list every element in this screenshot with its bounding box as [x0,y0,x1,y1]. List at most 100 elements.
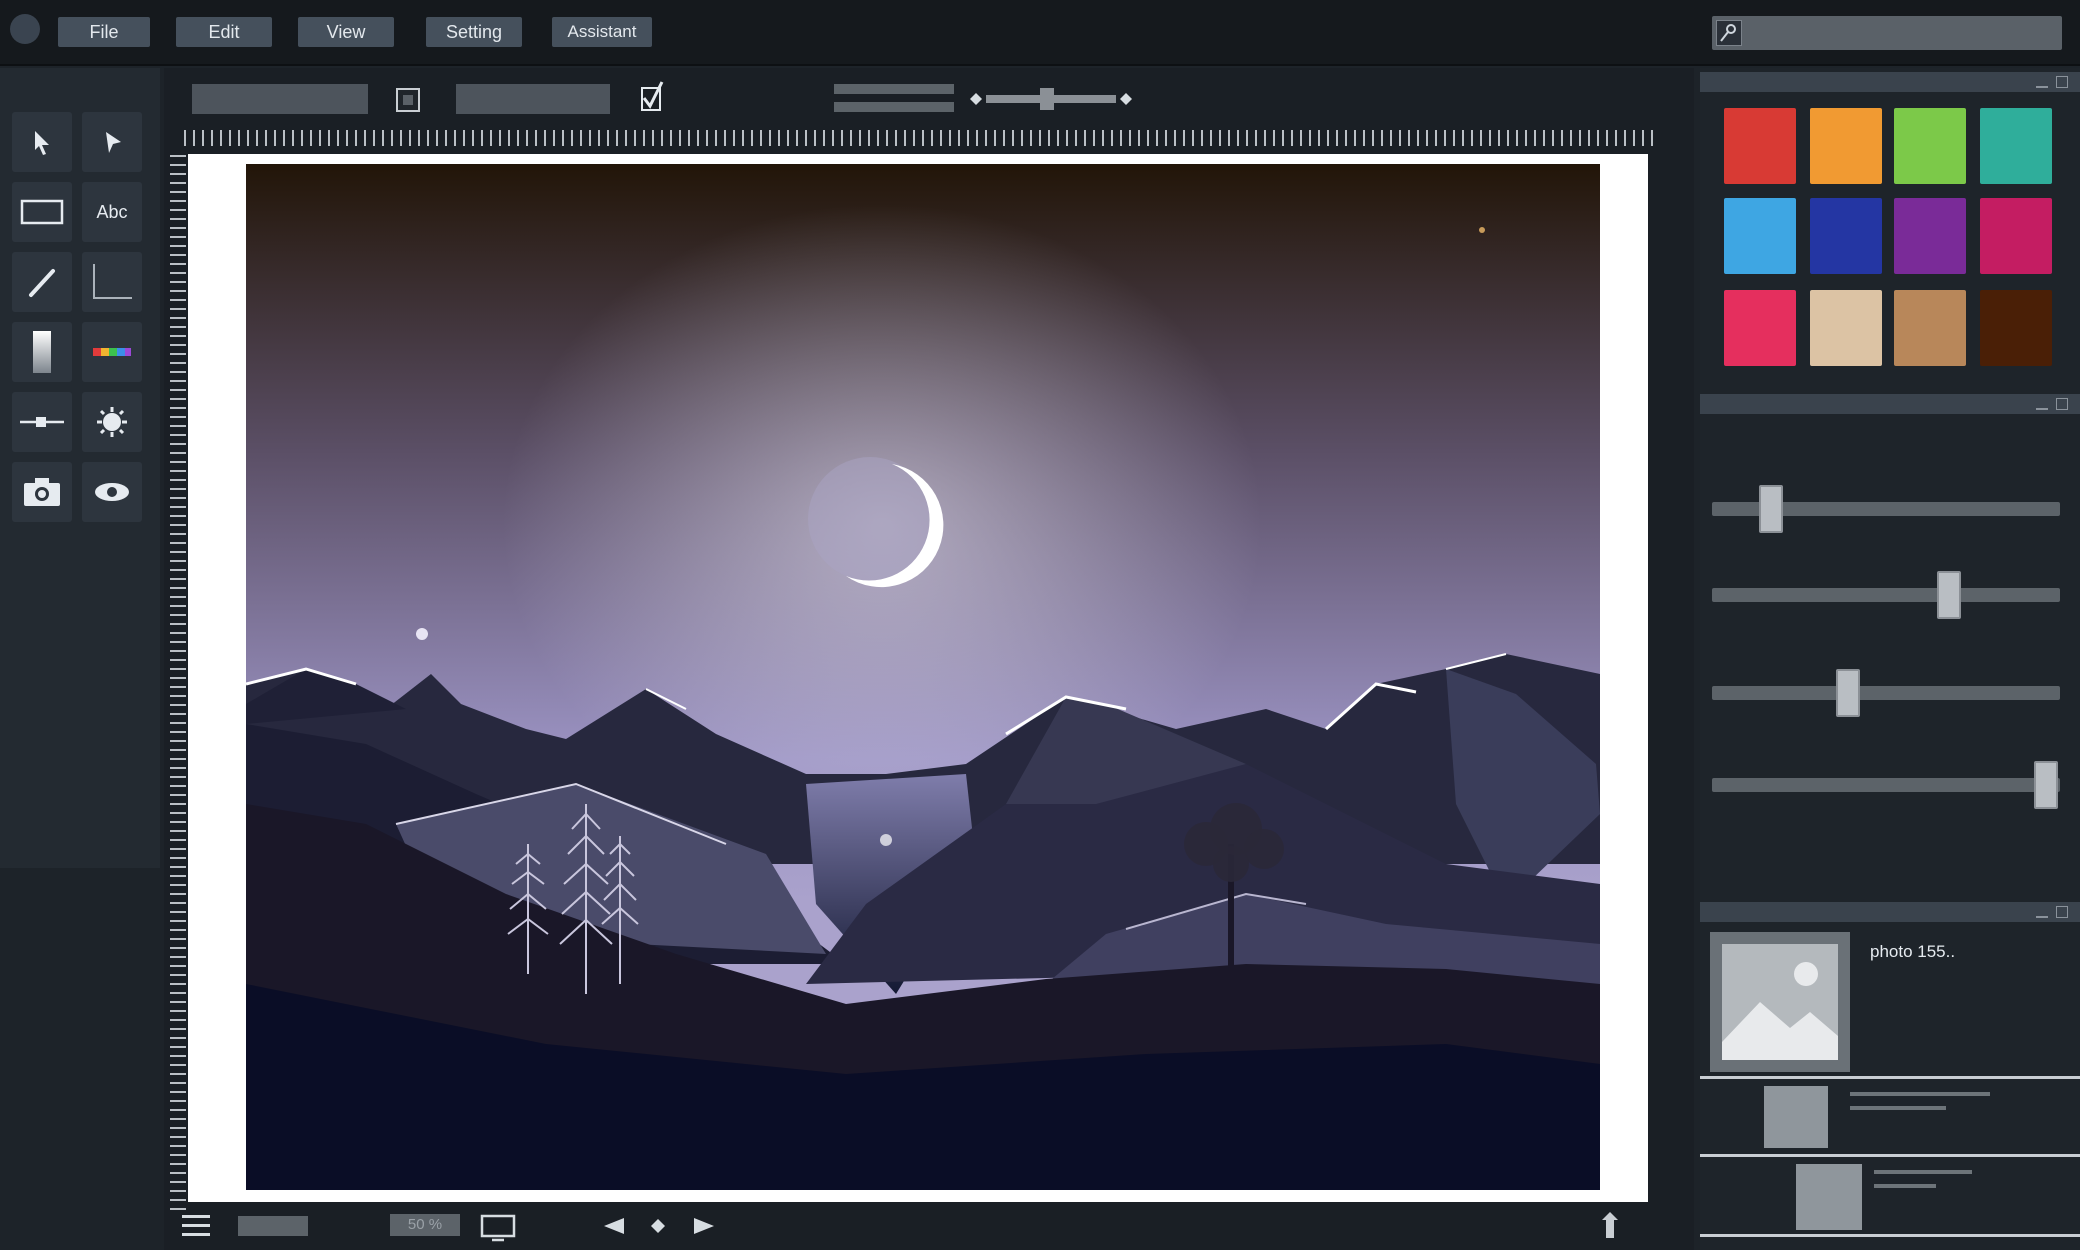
monitor-icon [480,1214,516,1242]
color-picker-icon [93,348,131,356]
status-field [238,1216,308,1236]
direct-select-arrow-icon [106,132,121,153]
preview-tool[interactable] [82,462,142,522]
menu-lines-icon[interactable] [182,1212,210,1240]
zoom-level[interactable]: 50 % [390,1214,460,1236]
screen-mode-button[interactable] [480,1214,516,1242]
menu-bar: File Edit View Setting Assistant [0,0,2080,66]
text-tool[interactable]: Abc [82,182,142,242]
landscape-illustration [246,164,1600,1190]
layer-row-placeholder[interactable] [1700,1082,2080,1148]
layer-thumbnail [1710,932,1850,1072]
adjust-slider-1[interactable] [1700,480,2080,540]
swatch-dark-brown[interactable] [1980,290,2052,366]
panel-close-icon[interactable] [2056,906,2068,918]
swatches-panel-header [1700,72,2080,92]
layer-divider [1700,1234,2080,1237]
rectangle-icon [20,199,64,225]
panel-minimize-icon[interactable] [2036,906,2048,918]
selection-arrow-icon [35,131,49,155]
search-input[interactable] [1712,16,2062,50]
layer-text-line [1850,1106,1946,1110]
menu-view[interactable]: View [298,17,394,47]
slider-track[interactable] [1712,588,2060,602]
next-page-button[interactable] [692,1216,716,1236]
menu-edit[interactable]: Edit [176,17,272,47]
swatch-navy[interactable] [1810,198,1882,274]
scroll-handle[interactable] [1600,1212,1620,1240]
menu-file[interactable]: File [58,17,150,47]
option-square-toggle[interactable] [396,88,420,112]
swatch-sky-blue[interactable] [1724,198,1796,274]
app-logo-icon[interactable] [10,14,40,44]
slider-thumb[interactable] [1835,669,1860,717]
panel-minimize-icon[interactable] [2036,76,2048,88]
slider-thumb[interactable] [1759,485,1784,533]
swatch-tan[interactable] [1894,290,1966,366]
layer-row[interactable]: photo 155.. [1710,932,2074,1074]
adjust-slider-4[interactable] [1700,756,2080,816]
pen-icon [29,269,55,297]
swatch-beige[interactable] [1810,290,1882,366]
slider-track[interactable] [1712,686,2060,700]
layer-text-line [1874,1184,1936,1188]
right-panels: photo 155.. [1700,68,2080,1250]
camera-icon [24,478,60,506]
layer-divider [1700,1076,2080,1079]
arrow-right-icon [694,1218,714,1234]
corner-line-tool[interactable] [82,252,142,312]
panel-minimize-icon[interactable] [2036,398,2048,410]
swatch-orange[interactable] [1810,108,1882,184]
slider-thumb[interactable] [2034,761,2059,809]
swatch-teal[interactable] [1980,108,2052,184]
sun-effect-icon [97,407,127,437]
slider-track[interactable] [1712,778,2060,792]
image-placeholder-icon [1722,944,1838,1060]
layer-thumbnail [1796,1164,1862,1230]
corner-line-icon [93,264,132,299]
effect-tool[interactable] [82,392,142,452]
swatch-pink[interactable] [1724,290,1796,366]
swatch-magenta[interactable] [1980,198,2052,274]
layer-text-line [1850,1092,1990,1096]
menu-assistant[interactable]: Assistant [552,17,652,47]
line-tool-icon [20,417,64,427]
color-tool[interactable] [82,322,142,382]
layer-thumbnail [1764,1086,1828,1148]
layers-panel-header [1700,902,2080,922]
adjust-slider-3[interactable] [1700,664,2080,724]
stroke-preview-bar-1 [834,84,954,94]
camera-tool[interactable] [12,462,72,522]
option-field-2[interactable] [456,84,610,114]
document-page [188,154,1648,1202]
arrow-left-icon [604,1218,624,1234]
panel-close-icon[interactable] [2056,398,2068,410]
direct-select-tool[interactable] [82,112,142,172]
gradient-bar-icon [33,331,51,373]
vertical-ruler [170,150,186,1210]
previous-page-button[interactable] [602,1216,626,1236]
swatch-green[interactable] [1894,108,1966,184]
swatch-purple[interactable] [1894,198,1966,274]
center-page-button[interactable] [650,1218,666,1234]
menu-setting[interactable]: Setting [426,17,522,47]
night-landscape-artwork[interactable] [246,164,1600,1190]
stroke-width-slider[interactable] [970,84,1134,114]
pen-tool[interactable] [12,252,72,312]
layer-row-placeholder[interactable] [1700,1160,2080,1232]
rectangle-tool[interactable] [12,182,72,242]
toolbox: Abc [0,68,160,868]
adjust-slider-2[interactable] [1700,566,2080,626]
stroke-preview-bar-2 [834,102,954,112]
selection-arrow-tool[interactable] [12,112,72,172]
slider-thumb[interactable] [1936,571,1961,619]
line-tool[interactable] [12,392,72,452]
swatch-red[interactable] [1724,108,1796,184]
gradient-tool[interactable] [12,322,72,382]
search-icon[interactable] [1716,20,1742,46]
option-checkbox[interactable] [638,80,666,114]
eye-icon [95,483,129,501]
option-field-1[interactable] [192,84,368,114]
status-bar: 50 % [170,1208,1670,1248]
panel-close-icon[interactable] [2056,76,2068,88]
